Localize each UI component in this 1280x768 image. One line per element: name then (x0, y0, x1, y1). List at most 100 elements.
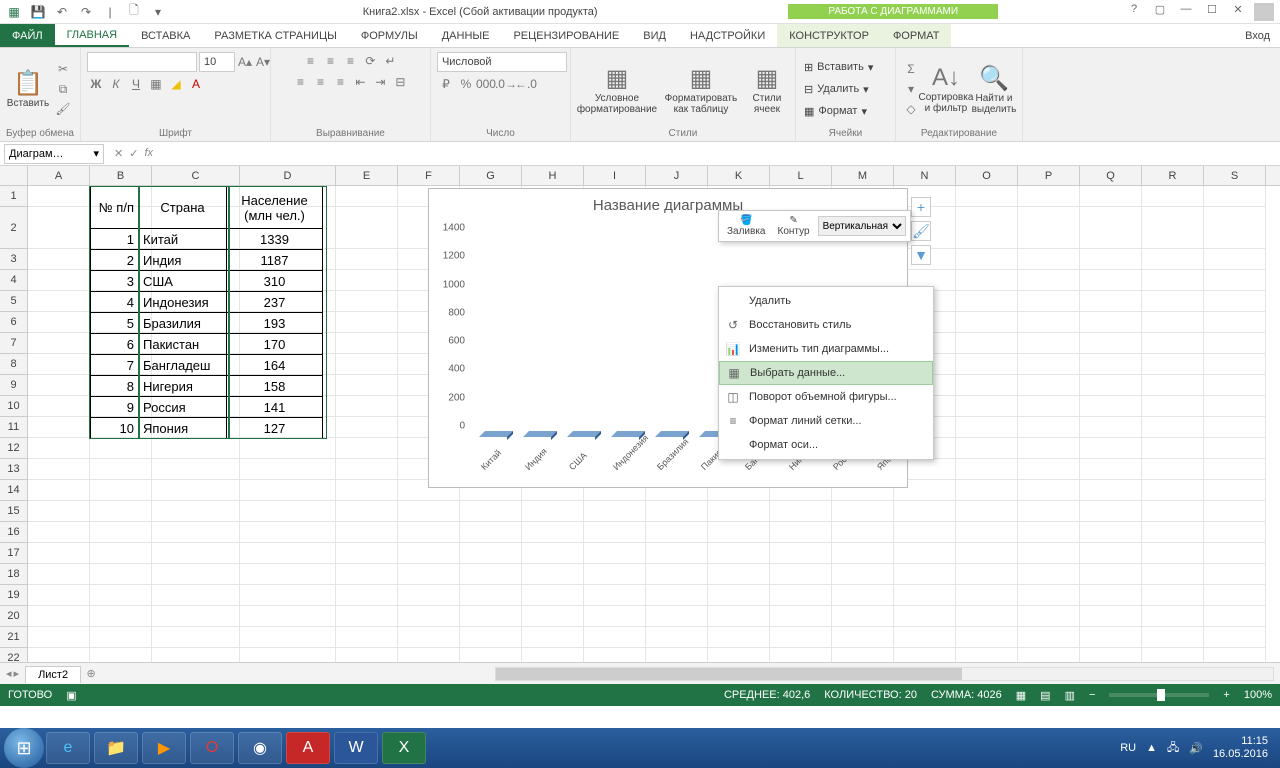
column-header[interactable]: M (832, 166, 894, 185)
sheet-tab[interactable]: Лист2 (25, 666, 81, 683)
row-header[interactable]: 3 (0, 249, 28, 270)
number-format-select[interactable] (437, 52, 567, 72)
row-header[interactable]: 22 (0, 648, 28, 662)
zoom-in-icon[interactable]: + (1223, 689, 1229, 701)
orientation-icon[interactable]: ⟳ (361, 52, 379, 70)
border-icon[interactable]: ▦ (147, 75, 165, 93)
taskbar-excel-icon[interactable]: X (382, 732, 426, 764)
close-icon[interactable]: ✕ (1228, 3, 1248, 21)
row-header[interactable]: 8 (0, 354, 28, 375)
signin-link[interactable]: Вход (1235, 24, 1280, 47)
fx-icon[interactable]: fx (144, 147, 153, 160)
column-header[interactable]: F (398, 166, 460, 185)
decrease-indent-icon[interactable]: ⇤ (351, 73, 369, 91)
taskbar-word-icon[interactable]: W (334, 732, 378, 764)
column-header[interactable]: Q (1080, 166, 1142, 185)
row-header[interactable]: 2 (0, 207, 28, 249)
row-header[interactable]: 14 (0, 480, 28, 501)
row-header[interactable]: 9 (0, 375, 28, 396)
font-family-input[interactable] (87, 52, 197, 72)
merge-icon[interactable]: ⊟ (391, 73, 409, 91)
delete-cells-button[interactable]: ⊟Удалить▾ (802, 79, 875, 99)
align-top-icon[interactable]: ≡ (301, 52, 319, 70)
tab-data[interactable]: ДАННЫЕ (430, 24, 502, 47)
mini-outline-button[interactable]: ✎Контур (774, 213, 814, 239)
underline-button[interactable]: Ч (127, 75, 145, 93)
column-header[interactable]: S (1204, 166, 1266, 185)
redo-icon[interactable]: ↷ (78, 4, 94, 20)
row-header[interactable]: 17 (0, 543, 28, 564)
row-header[interactable]: 18 (0, 564, 28, 585)
accept-formula-icon[interactable]: ✓ (129, 147, 138, 160)
column-header[interactable]: A (28, 166, 90, 185)
maximize-icon[interactable]: ☐ (1202, 3, 1222, 21)
font-size-input[interactable] (199, 52, 235, 72)
zoom-slider[interactable] (1109, 693, 1209, 697)
copy-icon[interactable]: ⧉ (54, 80, 72, 98)
column-header[interactable]: N (894, 166, 956, 185)
ribbon-collapse-icon[interactable]: ▢ (1150, 3, 1170, 21)
column-header[interactable]: P (1018, 166, 1080, 185)
zoom-out-icon[interactable]: − (1089, 689, 1095, 701)
align-left-icon[interactable]: ≡ (291, 73, 309, 91)
sheet-nav-last-icon[interactable]: ▸ (14, 667, 20, 680)
new-icon[interactable]: 🗋 (126, 4, 142, 20)
context-menu-item[interactable]: ◫Поворот объемной фигуры... (719, 385, 933, 409)
decrease-font-icon[interactable]: A▾ (255, 53, 271, 71)
align-right-icon[interactable]: ≡ (331, 73, 349, 91)
bold-button[interactable]: Ж (87, 75, 105, 93)
minimize-icon[interactable]: — (1176, 3, 1196, 21)
currency-icon[interactable]: ₽ (437, 75, 455, 93)
row-header[interactable]: 6 (0, 312, 28, 333)
column-header[interactable]: K (708, 166, 770, 185)
row-header[interactable]: 21 (0, 627, 28, 648)
row-header[interactable]: 12 (0, 438, 28, 459)
worksheet-grid[interactable]: ABCDEFGHIJKLMNOPQRS 12345678910111213141… (0, 166, 1280, 662)
tab-chart-design[interactable]: КОНСТРУКТОР (777, 24, 881, 47)
tab-addins[interactable]: НАДСТРОЙКИ (678, 24, 777, 47)
fill-color-icon[interactable]: ◢ (167, 75, 185, 93)
format-cells-button[interactable]: ▦Формат▾ (802, 101, 875, 121)
percent-icon[interactable]: % (457, 75, 475, 93)
column-header[interactable]: D (240, 166, 336, 185)
format-as-table-button[interactable]: ▦Форматировать как таблицу (661, 56, 741, 122)
cancel-formula-icon[interactable]: ✕ (114, 147, 123, 160)
comma-icon[interactable]: 000 (477, 75, 495, 93)
taskbar-acrobat-icon[interactable]: A (286, 732, 330, 764)
clear-icon[interactable]: ◇ (902, 100, 920, 118)
column-header[interactable]: E (336, 166, 398, 185)
row-header[interactable]: 13 (0, 459, 28, 480)
row-header[interactable]: 15 (0, 501, 28, 522)
row-header[interactable]: 4 (0, 270, 28, 291)
horizontal-scrollbar[interactable] (495, 667, 1274, 681)
qat-dropdown-icon[interactable]: ▾ (150, 4, 166, 20)
align-bottom-icon[interactable]: ≡ (341, 52, 359, 70)
insert-cells-button[interactable]: ⊞Вставить▾ (802, 57, 875, 77)
column-header[interactable]: L (770, 166, 832, 185)
increase-indent-icon[interactable]: ⇥ (371, 73, 389, 91)
decrease-decimal-icon[interactable]: ←.0 (517, 75, 535, 93)
row-header[interactable]: 19 (0, 585, 28, 606)
cut-icon[interactable]: ✂ (54, 60, 72, 78)
context-menu-item[interactable]: ↺Восстановить стиль (719, 313, 933, 337)
italic-button[interactable]: К (107, 75, 125, 93)
tab-chart-format[interactable]: ФОРМАТ (881, 24, 952, 47)
view-page-layout-icon[interactable]: ▤ (1040, 689, 1050, 702)
macro-record-icon[interactable]: ▣ (66, 689, 76, 702)
conditional-formatting-button[interactable]: ▦Условное форматирование (577, 56, 657, 122)
chart-filters-button[interactable]: ▼ (911, 245, 931, 265)
column-header[interactable]: H (522, 166, 584, 185)
tray-lang[interactable]: RU (1120, 742, 1136, 754)
tab-view[interactable]: ВИД (631, 24, 678, 47)
tab-home[interactable]: ГЛАВНАЯ (55, 24, 129, 47)
view-normal-icon[interactable]: ▦ (1016, 689, 1026, 702)
help-icon[interactable]: ? (1124, 3, 1144, 21)
format-painter-icon[interactable]: 🖌 (54, 100, 72, 118)
align-center-icon[interactable]: ≡ (311, 73, 329, 91)
column-header[interactable]: O (956, 166, 1018, 185)
row-header[interactable]: 20 (0, 606, 28, 627)
row-header[interactable]: 7 (0, 333, 28, 354)
taskbar-opera-icon[interactable]: O (190, 732, 234, 764)
row-header[interactable]: 16 (0, 522, 28, 543)
column-header[interactable]: C (152, 166, 240, 185)
